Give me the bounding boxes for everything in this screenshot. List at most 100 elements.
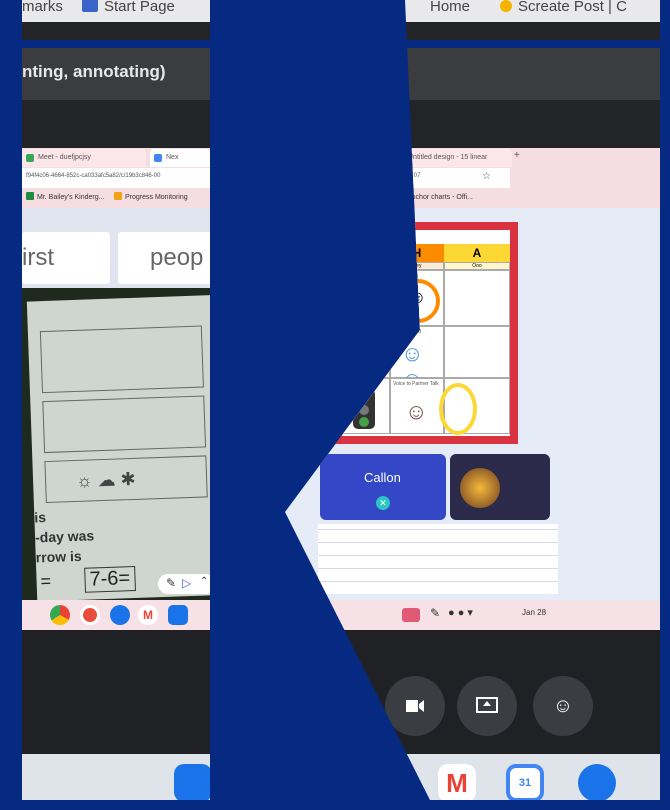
camera-icon (406, 700, 424, 712)
address-bar[interactable]: f94f4c06-4664-852c-ca033afc5a82/c/19b3c8… (22, 168, 210, 188)
worksheet-box (42, 395, 207, 454)
start-page-icon (82, 0, 98, 12)
gmail-icon[interactable]: M (138, 605, 158, 625)
url-text: f94f4c06-4664-852c-ca033afc5a82/c/19b3c8… (26, 173, 161, 179)
left-border (0, 0, 22, 810)
status-icons[interactable]: ● ● ▾ (448, 606, 473, 619)
chart-cell (439, 378, 510, 435)
chart-cell: Whisper (336, 326, 390, 378)
tab-favicon-icon (154, 154, 162, 162)
files-icon[interactable] (578, 764, 616, 802)
traffic-light-icon (353, 389, 375, 429)
emoji-button[interactable]: ☺ (533, 676, 593, 736)
thumbnail-image (460, 468, 500, 508)
word-card-people[interactable]: peop (118, 232, 210, 284)
camera-feed: ☼ ☁ ✱ is -day was rrow is = 7-6= ✎ ▷ ⌃ (22, 288, 210, 602)
row-label: Table Talk (339, 381, 362, 387)
create-post-link[interactable]: Screate Post | C (518, 0, 627, 15)
date-text: Jan 28 (522, 608, 547, 617)
worksheet-line-2: -day was (34, 527, 95, 546)
close-icon[interactable]: ✕ (376, 496, 390, 510)
meet-icon[interactable] (110, 605, 130, 625)
bookmark-kinderg[interactable]: Mr. Bailey's Kinderg... (26, 192, 104, 204)
bookmark-label: Mr. Bailey's Kinderg... (37, 194, 105, 201)
start-page-link[interactable]: Start Page (104, 0, 175, 15)
chart-cell: ☺ (390, 270, 444, 326)
equation-left: = (40, 570, 52, 592)
tab-new-collection[interactable]: Nex Collection (150, 149, 210, 179)
chart-cell (444, 270, 510, 326)
voice-level-chart[interactable]: S H A Zero Hey Ooo Quiet ☺ Whisper Ask a… (318, 222, 518, 444)
callon-label: Callon (364, 470, 401, 485)
thumbnail-card[interactable] (450, 454, 550, 520)
annotation-toolbar[interactable]: ✎ ▷ ⌃ (158, 574, 210, 594)
chart-cell (444, 326, 510, 378)
bookmark-slides[interactable]: Google Slides (300, 192, 344, 204)
tab-label: Untitled design - 15 linear (408, 154, 488, 161)
app-shelf-icon[interactable] (174, 764, 210, 802)
camera-button[interactable] (385, 676, 445, 736)
chart-inner: S H A Zero Hey Ooo Quiet ☺ Whisper Ask a… (326, 230, 510, 436)
close-tab-icon[interactable]: ✕ (378, 150, 386, 161)
taskbar: ✎ ● ● ▾ Jan 28 (285, 600, 670, 630)
chart-subheader: Zero (336, 262, 390, 270)
pointer-icon[interactable]: ▷ (182, 576, 191, 590)
pen-icon[interactable]: ✎ (166, 576, 176, 590)
screen-capture-icon[interactable] (402, 608, 420, 622)
present-screen-icon (476, 697, 498, 713)
bookmark-icon (26, 192, 34, 200)
selected-level-ring (344, 278, 386, 320)
record-icon[interactable] (80, 605, 100, 625)
row-label: Quiet (339, 273, 351, 279)
files-icon[interactable] (168, 605, 188, 625)
tab-meet[interactable]: Meet - duefjpcjsy (22, 149, 146, 167)
bookmark-label: Anchor charts - Offi... (407, 194, 474, 201)
emoji-icon: ☺ (552, 695, 574, 717)
address-bar[interactable]: d9bd8f8-14-4f09-412a-5571-ca804ca8f707 ☆ (285, 168, 510, 188)
chart-subheader: Hey (390, 262, 444, 270)
selected-level-ring (439, 383, 477, 435)
word-card-text: irst (22, 244, 54, 271)
weather-box: ☼ ☁ ✱ (44, 455, 208, 504)
chart-header-s: S (336, 244, 390, 262)
children-icon: ☺ (405, 399, 428, 424)
gmail-icon[interactable]: M (438, 764, 476, 802)
tab-untitled-design[interactable]: Untitled design - 15 linear (392, 149, 512, 167)
chart-header-a: A (444, 244, 510, 262)
bookmark-label: Schoology (361, 194, 394, 201)
taskbar: M (22, 600, 210, 630)
chart-cell: Table Talk (336, 378, 390, 434)
chart-cell: Quiet (336, 270, 390, 326)
present-button[interactable] (457, 676, 517, 736)
worksheet-line-3: rrow is (35, 547, 82, 566)
bookmark-anchor-charts[interactable]: Anchor charts - Offi... (396, 192, 473, 204)
home-link[interactable]: Home (430, 0, 470, 15)
canva-icon (396, 154, 404, 162)
equation-right: 7-6= (84, 565, 136, 593)
url-text: d9bd8f8-14-4f09-412a-5571-ca804ca8f707 (306, 173, 421, 179)
video-frame: marks Start Page nting, annotating) Meet… (0, 0, 670, 810)
bookmarks-partial-text: marks (22, 0, 63, 15)
calendar-icon[interactable]: 31 (506, 764, 544, 802)
weather-icons: ☼ ☁ ✱ (75, 468, 137, 491)
tab-label: Meet - duefjpcjsy (38, 154, 91, 161)
traffic-light-icon (353, 281, 375, 313)
traffic-light-icon (353, 337, 375, 377)
bookmark-label: Google Slides (300, 194, 344, 201)
bookmark-progress[interactable]: Progress Monitoring (114, 192, 188, 204)
meet-icon (26, 154, 34, 162)
chrome-icon[interactable] (50, 605, 70, 625)
pen-icon[interactable]: ✎ (430, 606, 440, 620)
chevron-up-icon[interactable]: ⌃ (200, 576, 208, 587)
new-tab-icon[interactable]: + (514, 150, 520, 161)
row-label: Ask a Friend (393, 329, 422, 335)
word-card-first[interactable]: irst (22, 232, 110, 284)
bookmark-icon (350, 192, 358, 200)
chart-cell: Voice to Partner Talk ☺ (390, 378, 444, 434)
bookmark-schoology[interactable]: Schoology (350, 192, 394, 204)
star-icon[interactable]: ☆ (482, 171, 491, 182)
row-label: Whisper (339, 329, 358, 335)
bookmark-label: Progress Monitoring (125, 194, 188, 201)
chart-subheader: Ooo (444, 262, 510, 270)
callon-card[interactable]: Callon ✕ (320, 454, 446, 520)
